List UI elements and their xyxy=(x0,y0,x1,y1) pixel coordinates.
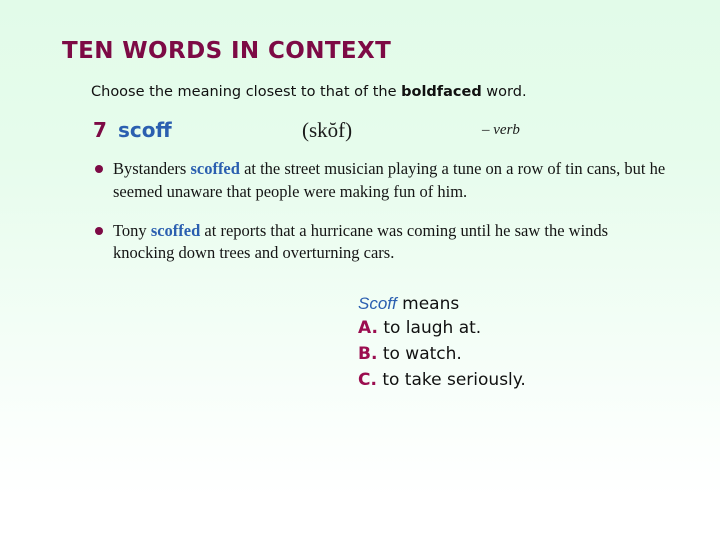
instruction-text-bold: boldfaced xyxy=(401,84,482,100)
answer-option-a[interactable]: A. to laugh at. xyxy=(358,316,526,342)
answer-option-c-letter: C. xyxy=(358,369,377,390)
instruction-line: Choose the meaning closest to that of th… xyxy=(91,84,527,100)
example-text-pre: Bystanders xyxy=(113,159,191,178)
entry-word: scoff xyxy=(118,118,172,142)
slide-canvas: TEN WORDS IN CONTEXT Choose the meaning … xyxy=(0,0,720,540)
bullet-dot-icon xyxy=(95,226,103,235)
answer-prompt-rest: means xyxy=(396,294,460,314)
answer-option-b-text: to watch. xyxy=(377,343,462,364)
list-item: Bystanders scoffed at the street musicia… xyxy=(93,158,671,204)
answer-prompt-term: Scoff xyxy=(358,294,397,313)
answer-option-c[interactable]: C. to take seriously. xyxy=(358,368,526,394)
vocabulary-entry-header: 7 scoff (skŏf) – verb xyxy=(0,118,720,150)
entry-pronunciation: (skŏf) xyxy=(302,118,353,142)
answer-option-a-letter: A. xyxy=(358,318,378,338)
example-text-pre: Tony xyxy=(113,220,151,240)
answer-option-a-text: to laugh at. xyxy=(377,318,482,338)
answer-choice-block: Scoff means A. to laugh at. B. to watch.… xyxy=(358,294,526,393)
list-item: Tony scoffed at reports that a hurricane… xyxy=(93,220,671,266)
instruction-text-pre: Choose the meaning closest to that of th… xyxy=(91,84,402,100)
answer-option-b-letter: B. xyxy=(358,343,378,364)
answer-option-b[interactable]: B. to watch. xyxy=(358,342,526,368)
instruction-text-post: word. xyxy=(481,84,527,100)
entry-part-of-speech: – verb xyxy=(482,122,520,138)
bullet-dot-icon xyxy=(95,165,103,173)
example-keyword: scoffed xyxy=(190,159,240,178)
example-sentence-list: Bystanders scoffed at the street musicia… xyxy=(93,158,671,281)
page-title: TEN WORDS IN CONTEXT xyxy=(62,38,392,64)
answer-prompt: Scoff means xyxy=(358,294,526,314)
example-keyword: scoffed xyxy=(150,220,201,240)
answer-option-c-text: to take seriously. xyxy=(376,369,526,390)
entry-number: 7 xyxy=(93,118,107,142)
